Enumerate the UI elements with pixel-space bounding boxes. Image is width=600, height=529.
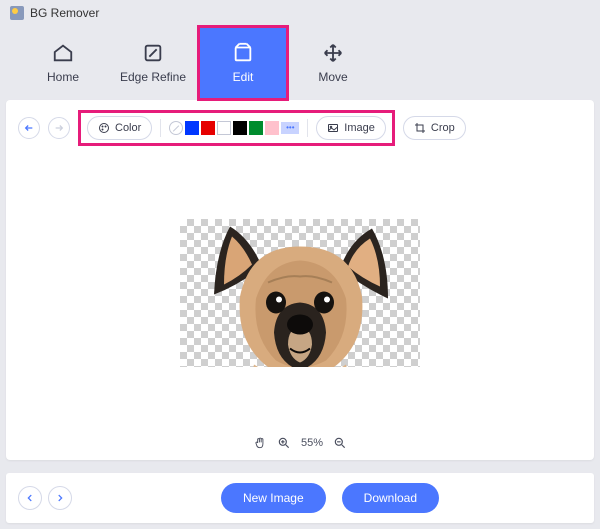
swatch-green[interactable]	[249, 121, 263, 135]
undo-button[interactable]	[18, 117, 40, 139]
redo-button[interactable]	[48, 117, 70, 139]
move-icon	[322, 42, 344, 64]
tab-label: Home	[47, 70, 79, 84]
edge-refine-icon	[142, 42, 164, 64]
swatch-pink[interactable]	[265, 121, 279, 135]
zoom-bar: 55%	[6, 426, 594, 460]
swatch-black[interactable]	[233, 121, 247, 135]
image-button[interactable]: Image	[316, 116, 386, 140]
tab-move[interactable]: Move	[288, 26, 378, 100]
new-image-button[interactable]: New Image	[221, 483, 326, 513]
canvas-area[interactable]	[6, 152, 594, 426]
color-button[interactable]: Color	[87, 116, 152, 140]
chevron-left-icon	[25, 493, 35, 503]
subject-image	[190, 219, 410, 367]
tab-label: Edge Refine	[120, 70, 186, 84]
swatch-red[interactable]	[201, 121, 215, 135]
zoom-out-icon[interactable]	[333, 436, 347, 450]
app-icon	[10, 6, 24, 20]
tab-label: Move	[318, 70, 347, 84]
next-button[interactable]	[48, 486, 72, 510]
zoom-in-icon[interactable]	[277, 436, 291, 450]
color-button-label: Color	[115, 122, 141, 134]
chevron-right-icon	[55, 493, 65, 503]
background-options-highlight: Color Image	[78, 110, 395, 146]
crop-icon	[414, 122, 426, 134]
titlebar: BG Remover	[0, 0, 600, 26]
editor-panel: Color Image Crop	[6, 100, 594, 460]
hand-icon[interactable]	[253, 436, 267, 450]
footer-bar: New Image Download	[6, 473, 594, 523]
prev-button[interactable]	[18, 486, 42, 510]
separator	[307, 119, 308, 137]
image-icon	[327, 122, 339, 134]
zoom-percent: 55%	[301, 437, 323, 449]
swatch-more[interactable]	[281, 122, 299, 134]
redo-icon	[54, 123, 64, 133]
image-button-label: Image	[344, 122, 375, 134]
swatch-white[interactable]	[217, 121, 231, 135]
edit-icon	[232, 42, 254, 64]
undo-icon	[24, 123, 34, 133]
download-button[interactable]: Download	[342, 483, 439, 513]
tab-label: Edit	[233, 70, 254, 84]
app-title: BG Remover	[30, 6, 99, 20]
tab-edit[interactable]: Edit	[198, 26, 288, 100]
image-preview[interactable]	[180, 219, 420, 367]
swatch-none[interactable]	[169, 121, 183, 135]
palette-icon	[98, 122, 110, 134]
tab-edge-refine[interactable]: Edge Refine	[108, 26, 198, 100]
swatch-blue[interactable]	[185, 121, 199, 135]
edit-toolbar: Color Image Crop	[6, 100, 594, 152]
tab-home[interactable]: Home	[18, 26, 108, 100]
footer-actions: New Image Download	[78, 483, 582, 513]
top-tabs: Home Edge Refine Edit Move	[0, 26, 600, 100]
crop-button-label: Crop	[431, 122, 455, 134]
separator	[160, 119, 161, 137]
color-swatches	[169, 121, 299, 135]
home-icon	[52, 42, 74, 64]
crop-button[interactable]: Crop	[403, 116, 466, 140]
